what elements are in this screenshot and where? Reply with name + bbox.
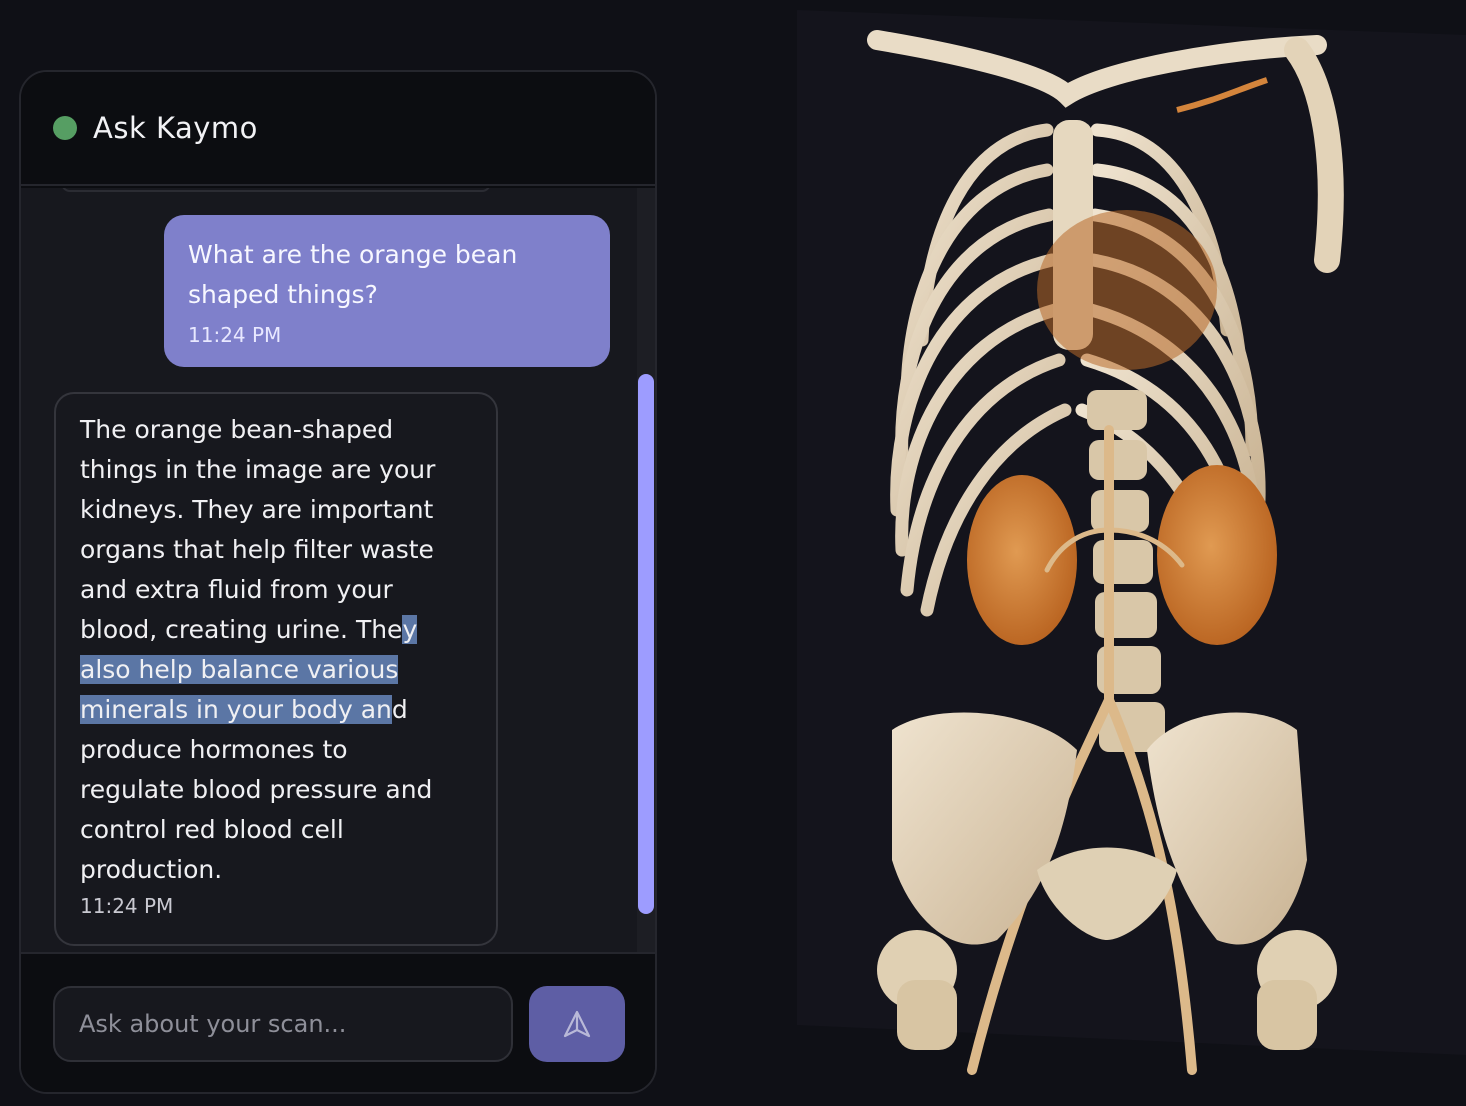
scrollbar-track[interactable] bbox=[637, 188, 655, 952]
send-arrow-icon bbox=[563, 1010, 591, 1038]
assistant-message-line: organs that help filter waste bbox=[80, 535, 434, 564]
assistant-message-line: blood, creating urine. They bbox=[80, 610, 496, 650]
chat-panel: Ask Kaymo What are the orange bean shape… bbox=[19, 70, 657, 1094]
message-list[interactable]: What are the orange bean shaped things? … bbox=[21, 188, 655, 952]
line-text: d bbox=[391, 695, 408, 724]
selection-highlight: minerals in your body an bbox=[80, 695, 392, 724]
chat-header: Ask Kaymo bbox=[21, 72, 655, 186]
line-text: blood, creating urine. The bbox=[80, 615, 403, 644]
previous-message-edge bbox=[61, 188, 491, 192]
assistant-message-line: regulate blood pressure and bbox=[80, 775, 433, 804]
chat-input[interactable] bbox=[53, 986, 513, 1062]
assistant-message-line: and extra fluid from your bbox=[80, 575, 393, 604]
scrollbar-thumb[interactable] bbox=[638, 374, 654, 914]
assistant-message-line: kidneys. They are important bbox=[80, 495, 434, 524]
assistant-message-line: things in the image are your bbox=[80, 455, 436, 484]
user-message: What are the orange bean shaped things? … bbox=[164, 215, 610, 367]
assistant-message-time: 11:24 PM bbox=[80, 894, 174, 918]
selection-highlight: y bbox=[402, 615, 418, 644]
assistant-message-line: The orange bean-shaped bbox=[80, 415, 394, 444]
user-message-line: shaped things? bbox=[188, 280, 378, 309]
assistant-message-line: production. bbox=[80, 855, 223, 884]
assistant-message-line: produce hormones to bbox=[80, 735, 348, 764]
send-button[interactable] bbox=[529, 986, 625, 1062]
input-bar bbox=[21, 952, 655, 1092]
assistant-message-line: control red blood cell bbox=[80, 815, 344, 844]
user-message-line: What are the orange bean bbox=[188, 240, 518, 269]
assistant-message-line: minerals in your body and bbox=[80, 690, 496, 730]
online-status-dot bbox=[53, 116, 77, 140]
user-message-time: 11:24 PM bbox=[188, 323, 282, 347]
left-kidney bbox=[967, 475, 1077, 645]
assistant-message-line: also help balance various bbox=[80, 650, 496, 690]
user-message-text: What are the orange bean shaped things? bbox=[188, 235, 586, 315]
selection-highlight: also help balance various bbox=[80, 655, 399, 684]
ct-scan-render[interactable] bbox=[797, 10, 1466, 1095]
assistant-message: The orange bean-shaped things in the ima… bbox=[54, 392, 498, 946]
chat-title: Ask Kaymo bbox=[93, 111, 258, 145]
